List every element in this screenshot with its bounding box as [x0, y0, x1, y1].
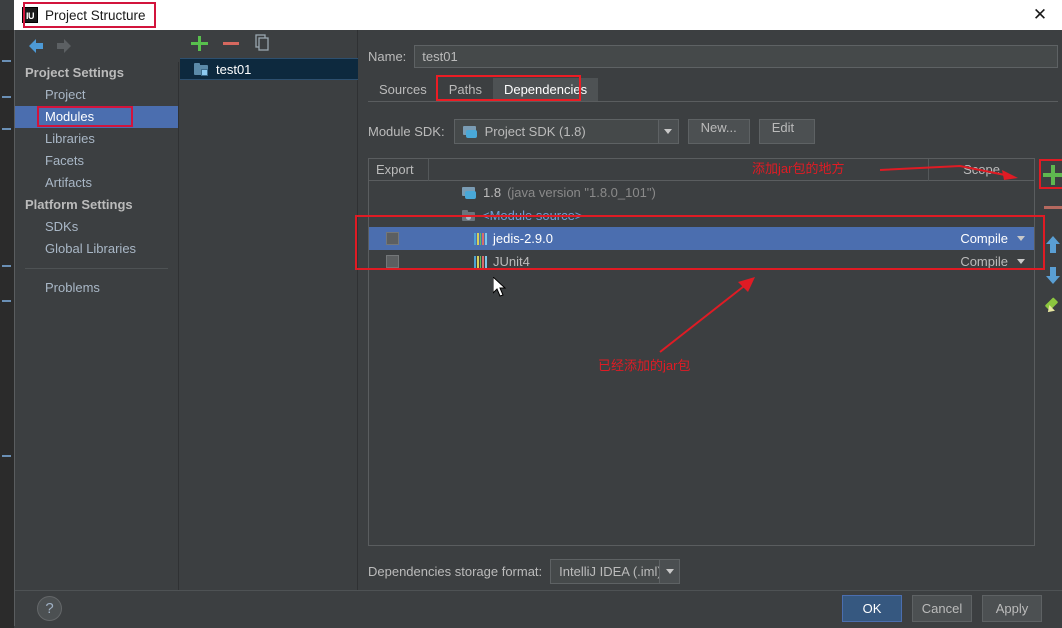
dependencies-table-body: 1.8 (java version "1.8.0_101") <Module s… — [369, 181, 1034, 545]
storage-format-value: IntelliJ IDEA (.iml) — [559, 563, 662, 579]
module-list-item-label: test01 — [216, 61, 252, 77]
export-checkbox[interactable] — [386, 232, 399, 245]
table-row[interactable]: jedis-2.9.0 Compile — [369, 227, 1034, 250]
navigation-toolbar — [15, 30, 179, 62]
sidebar-item-modules[interactable]: Modules — [15, 106, 178, 128]
module-list-item[interactable]: test01 — [180, 58, 358, 80]
table-row[interactable]: JUnit4 Compile — [369, 250, 1034, 273]
edit-dependency-button[interactable] — [1037, 290, 1062, 320]
module-tabs: Sources Paths Dependencies — [368, 75, 1058, 102]
edit-sdk-button[interactable]: Edit — [758, 118, 815, 144]
module-list-toolbar — [180, 30, 358, 56]
storage-format-select[interactable]: IntelliJ IDEA (.iml) — [550, 558, 681, 584]
export-cell[interactable] — [369, 255, 429, 268]
move-down-button[interactable] — [1037, 260, 1062, 290]
title-bar: IU Project Structure ✕ — [14, 0, 1062, 30]
dialog-buttons: OK Cancel Apply — [842, 595, 1042, 622]
tab-sources[interactable]: Sources — [368, 78, 438, 101]
storage-format-label: Dependencies storage format: — [368, 563, 543, 579]
dependency-name-cell: <Module source> — [429, 208, 929, 223]
folder-icon — [462, 209, 476, 222]
minus-icon[interactable] — [222, 34, 240, 52]
library-icon — [474, 255, 487, 268]
tab-paths[interactable]: Paths — [438, 78, 493, 101]
table-row[interactable]: 1.8 (java version "1.8.0_101") — [369, 181, 1034, 204]
module-list-panel: test01 — [180, 30, 358, 590]
column-header-scope: Scope — [963, 161, 1000, 177]
remove-dependency-button[interactable] — [1037, 192, 1062, 222]
table-row[interactable]: <Module source> — [369, 204, 1034, 227]
copy-icon[interactable] — [254, 34, 272, 52]
dependency-name: <Module source> — [482, 208, 583, 223]
cancel-button[interactable]: Cancel — [912, 595, 972, 622]
sdk-icon — [462, 186, 477, 199]
chevron-down-icon[interactable] — [1017, 236, 1025, 241]
dialog-footer: ? OK Cancel Apply — [15, 590, 1062, 626]
dependencies-table-header: Export Scope — [369, 158, 1034, 181]
module-icon — [194, 62, 209, 76]
sidebar-divider — [25, 268, 168, 269]
new-sdk-button[interactable]: New... — [687, 118, 750, 144]
page-title: Project Structure — [45, 7, 146, 23]
dependency-name-cell: 1.8 (java version "1.8.0_101") — [429, 185, 929, 200]
column-header-export: Export — [369, 158, 429, 181]
sidebar-item-artifacts[interactable]: Artifacts — [15, 172, 178, 194]
dependency-name-cell: JUnit4 — [429, 254, 929, 269]
export-checkbox[interactable] — [386, 255, 399, 268]
sidebar-group-header-platform-settings: Platform Settings — [25, 197, 133, 212]
tab-dependencies[interactable]: Dependencies — [492, 78, 599, 101]
sidebar-item-global-libraries[interactable]: Global Libraries — [15, 238, 178, 260]
storage-format-row: Dependencies storage format: IntelliJ ID… — [368, 558, 1058, 584]
settings-sidebar: Project Settings Project Modules Librari… — [15, 62, 179, 590]
sidebar-item-project[interactable]: Project — [15, 84, 178, 106]
module-list: test01 — [180, 58, 358, 588]
add-dependency-button[interactable] — [1037, 158, 1062, 192]
forward-arrow-icon — [53, 37, 73, 55]
sidebar-item-facets[interactable]: Facets — [15, 150, 178, 172]
dependency-name: jedis-2.9.0 — [493, 231, 553, 246]
scope-cell[interactable]: Compile — [929, 231, 1034, 246]
module-sdk-select[interactable]: Project SDK (1.8) — [453, 118, 679, 144]
chevron-down-icon[interactable] — [1017, 259, 1025, 264]
scope-value: Compile — [960, 231, 1008, 246]
chevron-down-icon[interactable] — [657, 119, 678, 143]
dependency-name: 1.8 — [483, 185, 502, 200]
sidebar-item-modules-label: Modules — [45, 109, 95, 124]
intellij-logo-icon: IU — [22, 7, 38, 23]
module-name-input[interactable]: test01 — [414, 44, 1058, 68]
dependency-name-cell: jedis-2.9.0 — [429, 231, 929, 246]
dependencies-side-toolbar — [1037, 158, 1062, 546]
dependency-detail: (java version "1.8.0_101") — [507, 185, 656, 200]
plus-icon[interactable] — [190, 34, 208, 52]
module-name-row: Name: test01 — [368, 44, 1058, 68]
chevron-down-icon[interactable] — [659, 559, 680, 583]
module-editor-panel: Name: test01 Sources Paths Dependencies … — [359, 30, 1062, 590]
column-header-name — [429, 158, 929, 181]
back-arrow-icon[interactable] — [27, 37, 47, 55]
module-sdk-label: Module SDK: — [368, 123, 445, 139]
sdk-icon — [462, 125, 478, 138]
window-title-tab: IU Project Structure — [14, 1, 158, 29]
library-icon — [474, 232, 487, 245]
help-button[interactable]: ? — [37, 596, 62, 621]
sidebar-item-sdks[interactable]: SDKs — [15, 216, 178, 238]
module-name-label: Name: — [368, 48, 407, 64]
module-sdk-row: Module SDK: Project SDK (1.8) New... Edi… — [368, 118, 1058, 144]
apply-button[interactable]: Apply — [982, 595, 1042, 622]
scope-value: Compile — [960, 254, 1008, 269]
dependencies-table: Export Scope 1.8 (java version "1.8.0_10… — [368, 158, 1035, 546]
sidebar-item-libraries[interactable]: Libraries — [15, 128, 178, 150]
sidebar-group-header-project-settings: Project Settings — [25, 65, 124, 80]
export-cell[interactable] — [369, 232, 429, 245]
project-structure-dialog: IU Project Structure ✕ Project Settings … — [0, 0, 1062, 628]
module-sdk-value: Project SDK (1.8) — [484, 123, 586, 139]
background-ide-strip — [0, 0, 14, 628]
ok-button[interactable]: OK — [842, 595, 902, 622]
dependency-name: JUnit4 — [493, 254, 530, 269]
close-icon[interactable]: ✕ — [1028, 4, 1052, 26]
scope-cell[interactable]: Compile — [929, 254, 1034, 269]
dialog-body: Project Settings Project Modules Librari… — [14, 30, 1062, 626]
move-up-button[interactable] — [1037, 230, 1062, 260]
sidebar-item-problems[interactable]: Problems — [15, 277, 178, 299]
